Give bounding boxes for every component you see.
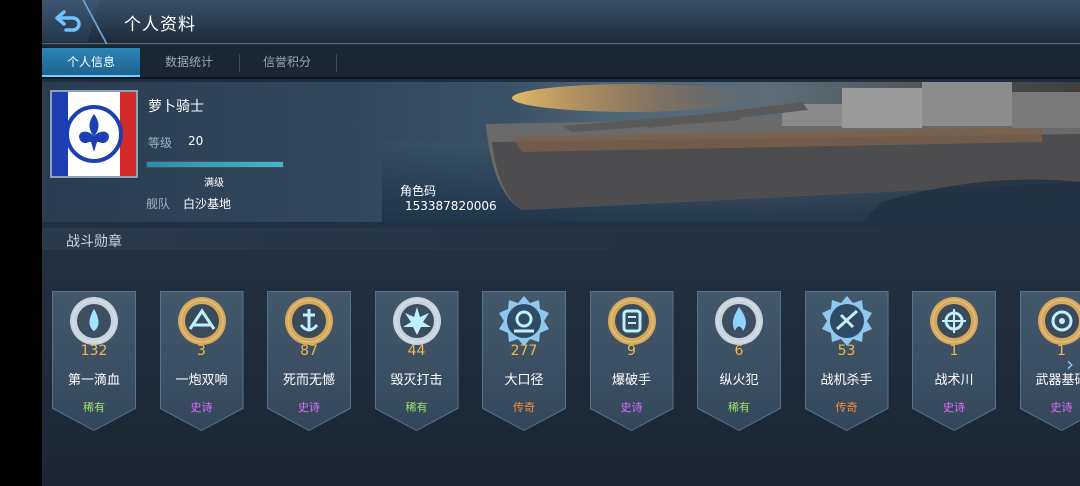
medal-rarity: 史诗 (298, 401, 320, 414)
player-avatar[interactable] (50, 90, 138, 178)
medal-name: 战术川 (934, 373, 974, 388)
medal-rarity: 史诗 (943, 401, 965, 414)
medal-rarity: 稀有 (83, 401, 105, 414)
medal-name: 纵火犯 (719, 373, 759, 388)
medal-rarity: 稀有 (405, 401, 428, 414)
exp-status-text: 满级 (204, 178, 224, 189)
level-label: 等级 (148, 136, 173, 150)
medal-rarity: 史诗 (1050, 401, 1073, 414)
exp-progress-bar (146, 161, 284, 168)
crosshair-icon (928, 295, 980, 347)
medal-rarity: 传奇 (835, 401, 858, 414)
tab-separator (336, 54, 337, 72)
medal-name: 第一滴血 (67, 373, 120, 388)
role-code-value[interactable]: 153387820006 (405, 199, 497, 213)
medal-card[interactable]: 3 一炮双响史诗 (159, 291, 244, 431)
medal-name: 爆破手 (611, 373, 651, 388)
medal-card[interactable]: 44 毁灭打击稀有 (374, 291, 459, 431)
fleet-label: 舰队 (146, 197, 171, 211)
profile-panel: 萝卜骑士 等级 20 满级 舰队 白沙基地 角色码 153387820006 (42, 82, 1080, 222)
medal-rarity: 稀有 (728, 401, 750, 414)
medal-card[interactable]: 53 战机杀手传奇 (804, 291, 889, 431)
medal-rarity: 传奇 (513, 401, 535, 414)
medal-card[interactable]: 87 死而无憾史诗 (267, 291, 351, 431)
cannon-icon (498, 295, 550, 347)
medal-count: 53 (837, 343, 856, 359)
medals-section-header: 战斗勋章 (42, 228, 1080, 250)
tab-data-stats[interactable]: 数据统计 (140, 48, 238, 77)
medal-card[interactable]: 132 第一滴血稀有 (52, 291, 136, 431)
explosion-icon (391, 295, 443, 347)
torpedo-icon (606, 295, 658, 347)
droplet-icon (68, 295, 120, 347)
medal-card[interactable]: 1 战术川史诗 (912, 291, 996, 431)
plane-icon (821, 295, 873, 347)
player-name: 萝卜骑士 (148, 99, 204, 115)
tab-bar: 个人信息 数据统计 信誉积分 (42, 46, 1080, 79)
back-arrow-icon (55, 10, 81, 32)
medal-card[interactable]: 277 大口径传奇 (482, 291, 566, 431)
burst-icon (176, 295, 228, 347)
medal-name: 战机杀手 (820, 373, 873, 388)
anchor-icon (283, 295, 335, 347)
medal-card[interactable]: 9 爆破手史诗 (589, 291, 674, 431)
flame-icon (713, 295, 765, 347)
medal-rarity: 史诗 (620, 401, 643, 414)
role-code-label: 角色码 (400, 184, 437, 198)
level-value: 20 (188, 134, 204, 148)
page-title: 个人资料 (124, 15, 196, 35)
medals-section-title: 战斗勋章 (66, 234, 122, 250)
weapon-icon (1036, 295, 1080, 347)
header-bar: 个人资料 (42, 0, 1080, 44)
tab-credit-score[interactable]: 信誉积分 (238, 48, 336, 77)
fleur-de-lis-icon (65, 105, 123, 163)
chevron-right-icon[interactable]: › (1066, 352, 1074, 376)
medal-name: 大口径 (504, 373, 544, 388)
medal-count: 44 (407, 343, 426, 359)
medal-count: 9 (627, 343, 636, 359)
medal-name: 死而无憾 (282, 373, 335, 388)
medal-name: 毁灭打击 (390, 373, 443, 388)
medal-count: 3 (197, 343, 206, 359)
exp-progress-fill (147, 162, 283, 167)
left-black-bar (0, 0, 42, 486)
medals-list: 132 第一滴血稀有 3 一炮双响史诗 87 死而无憾史诗 44 毁灭打击稀有 277 大口径传奇… (42, 252, 1080, 486)
medal-count: 87 (300, 343, 318, 359)
medal-count: 6 (734, 343, 744, 359)
medal-count: 132 (80, 343, 108, 359)
medal-count: 1 (949, 343, 959, 359)
profile-screen: 个人资料 个人信息 数据统计 信誉积分 萝卜骑士 等级 20 满级 舰队 白沙基… (42, 0, 1080, 486)
tab-personal-info[interactable]: 个人信息 (42, 48, 140, 77)
medal-card[interactable]: 6 纵火犯稀有 (697, 291, 781, 431)
medal-rarity: 史诗 (190, 401, 213, 414)
fleet-name[interactable]: 白沙基地 (183, 195, 231, 212)
medal-count: 277 (510, 343, 538, 359)
medal-name: 一炮双响 (175, 373, 228, 388)
